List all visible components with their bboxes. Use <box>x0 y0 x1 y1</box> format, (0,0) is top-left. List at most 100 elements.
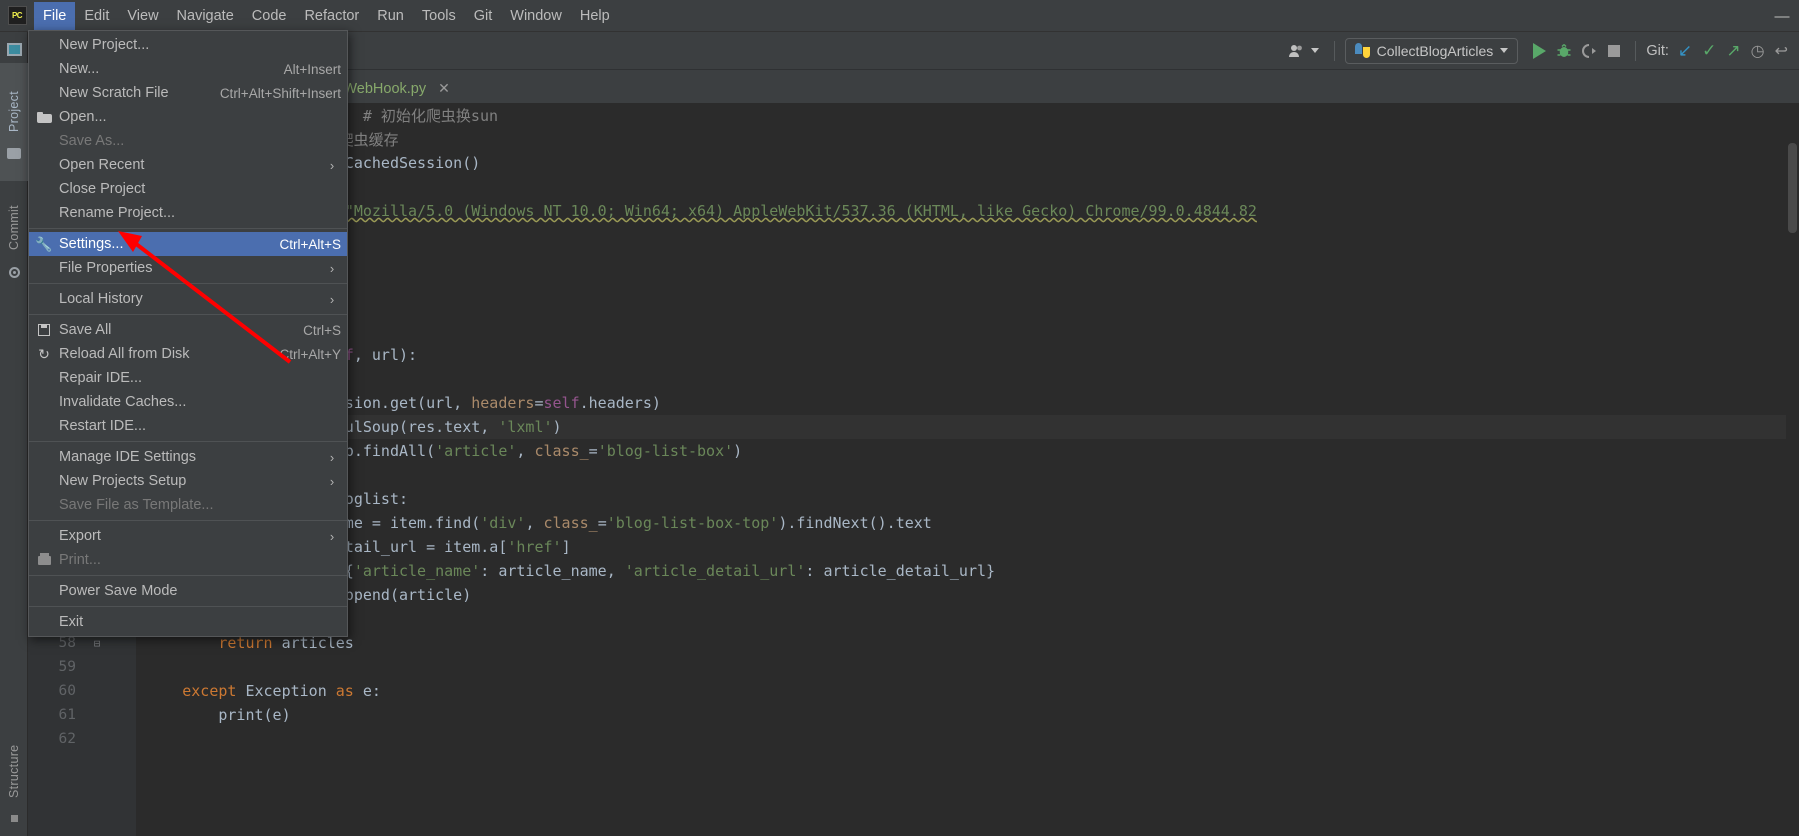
menu-separator <box>29 283 347 284</box>
menu-item-label: New Project... <box>59 37 150 53</box>
minimize-button[interactable]: — <box>1765 0 1799 32</box>
folder-icon <box>29 111 59 123</box>
menu-window[interactable]: Window <box>501 2 571 30</box>
git-label: Git: <box>1646 42 1669 59</box>
menu-item-shortcut: Ctrl+S <box>303 322 341 338</box>
menu-item-close-project[interactable]: Close Project <box>29 177 347 201</box>
menu-item-label: Power Save Mode <box>59 583 178 599</box>
menu-item-manage-ide-settings[interactable]: Manage IDE Settings › <box>29 445 347 469</box>
menu-item-label: Local History <box>59 291 143 307</box>
menu-item-label: Open... <box>59 109 107 125</box>
menu-item-print: Print... <box>29 548 347 572</box>
code-line[interactable]: 60 except Exception as e: <box>28 679 1799 703</box>
line-number: 59 <box>58 659 76 675</box>
line-number: 62 <box>58 731 76 747</box>
git-rollback-button[interactable]: ↩ <box>1770 38 1793 64</box>
menu-item-label: Save As... <box>59 133 125 149</box>
menu-item-restart-ide[interactable]: Restart IDE... <box>29 414 347 438</box>
menu-item-file-properties[interactable]: File Properties › <box>29 256 347 280</box>
project-window-icon[interactable] <box>0 35 28 63</box>
menu-item-export[interactable]: Export › <box>29 524 347 548</box>
sidebar-item-project[interactable]: Project <box>0 63 28 181</box>
code-text: print(e) <box>218 706 291 724</box>
menu-item-label: Export <box>59 528 101 544</box>
window-controls: — <box>1765 0 1799 32</box>
chevron-right-icon: › <box>329 528 335 544</box>
run-icon <box>1533 42 1547 59</box>
menu-item-local-history[interactable]: Local History › <box>29 287 347 311</box>
menu-item-save-as: Save As... <box>29 129 347 153</box>
save-icon <box>29 324 59 336</box>
wrench-icon: 🔧 <box>35 236 53 252</box>
git-push-button[interactable]: ↗ <box>1721 38 1745 64</box>
git-commit-button[interactable]: ✓ <box>1697 38 1721 64</box>
menu-item-reload-all-from-disk[interactable]: ↻ Reload All from Disk Ctrl+Alt+Y <box>29 342 347 366</box>
menu-item-invalidate-caches[interactable]: Invalidate Caches... <box>29 390 347 414</box>
run-button[interactable] <box>1528 38 1551 64</box>
menu-item-open[interactable]: Open... <box>29 105 347 129</box>
menu-edit[interactable]: Edit <box>75 2 118 30</box>
menu-item-label: Open Recent <box>59 157 145 173</box>
debug-button[interactable] <box>1551 38 1577 64</box>
editor-scrollbar[interactable] <box>1786 103 1799 836</box>
menu-git[interactable]: Git <box>465 2 502 30</box>
code-line[interactable]: 59 <box>28 655 1799 679</box>
line-number: 61 <box>58 707 76 723</box>
user-dropdown-icon[interactable] <box>1284 38 1324 64</box>
sidebar-item-project-label: Project <box>7 90 21 132</box>
menu-item-save-all[interactable]: Save All Ctrl+S <box>29 318 347 342</box>
git-update-button[interactable]: ↙ <box>1673 38 1697 64</box>
menu-separator <box>29 314 347 315</box>
chevron-down-icon <box>1310 48 1319 53</box>
menu-code[interactable]: Code <box>243 2 296 30</box>
menu-item-power-save-mode[interactable]: Power Save Mode <box>29 579 347 603</box>
code-line[interactable]: 62 <box>28 727 1799 751</box>
menu-item-shortcut: Ctrl+Alt+S <box>279 236 341 252</box>
menu-item-label: New Projects Setup <box>59 473 187 489</box>
menu-file[interactable]: File <box>34 1 76 30</box>
chevron-right-icon: › <box>329 473 335 489</box>
run-configuration-selector[interactable]: CollectBlogArticles <box>1344 37 1519 64</box>
menu-separator <box>29 575 347 576</box>
menu-view[interactable]: View <box>118 2 167 30</box>
menu-run[interactable]: Run <box>368 2 413 30</box>
menu-tools[interactable]: Tools <box>413 2 465 30</box>
menu-item-new[interactable]: New... Alt+Insert <box>29 57 347 81</box>
menu-item-shortcut: Ctrl+Alt+Y <box>279 346 341 362</box>
menu-item-settings[interactable]: 🔧 Settings... Ctrl+Alt+S <box>29 232 347 256</box>
reload-icon: ↻ <box>38 346 50 362</box>
menu-item-label: Invalidate Caches... <box>59 394 187 410</box>
menu-item-label: New... <box>59 61 100 77</box>
menu-item-new-scratch-file[interactable]: New Scratch File Ctrl+Alt+Shift+Insert <box>29 81 347 105</box>
sidebar-item-structure[interactable]: Structure <box>0 733 28 828</box>
left-tool-strip: Project Commit Structure <box>0 32 28 836</box>
menu-item-label: Reload All from Disk <box>59 346 190 362</box>
menu-refactor[interactable]: Refactor <box>295 2 368 30</box>
menu-item-rename-project[interactable]: Rename Project... <box>29 201 347 225</box>
toolbar-divider-2 <box>1635 40 1637 61</box>
code-text: except Exception as e: <box>182 682 381 700</box>
menu-item-repair-ide[interactable]: Repair IDE... <box>29 366 347 390</box>
stop-button[interactable] <box>1603 38 1625 64</box>
chevron-right-icon: › <box>329 260 335 276</box>
close-icon[interactable]: ✕ <box>438 80 450 97</box>
chevron-right-icon: › <box>329 291 335 307</box>
menu-item-shortcut: Alt+Insert <box>283 61 341 77</box>
project-square-icon <box>6 42 22 56</box>
menu-item-open-recent[interactable]: Open Recent › <box>29 153 347 177</box>
git-history-button[interactable]: ◷ <box>1746 38 1770 64</box>
fold-marker-icon[interactable]: ⊟ <box>84 637 110 650</box>
menu-item-exit[interactable]: Exit <box>29 610 347 634</box>
line-number: 58 <box>58 635 76 651</box>
stop-icon <box>1608 44 1621 57</box>
menu-item-new-project[interactable]: New Project... <box>29 33 347 57</box>
menu-item-label: Manage IDE Settings <box>59 449 197 465</box>
menu-separator <box>29 606 347 607</box>
menu-help[interactable]: Help <box>571 2 619 30</box>
menu-item-label: Rename Project... <box>59 205 176 221</box>
coverage-button[interactable] <box>1577 38 1603 64</box>
code-line[interactable]: 61 print(e) <box>28 703 1799 727</box>
menu-item-new-projects-setup[interactable]: New Projects Setup › <box>29 469 347 493</box>
menu-navigate[interactable]: Navigate <box>168 2 243 30</box>
sidebar-item-commit[interactable]: Commit <box>0 181 28 299</box>
